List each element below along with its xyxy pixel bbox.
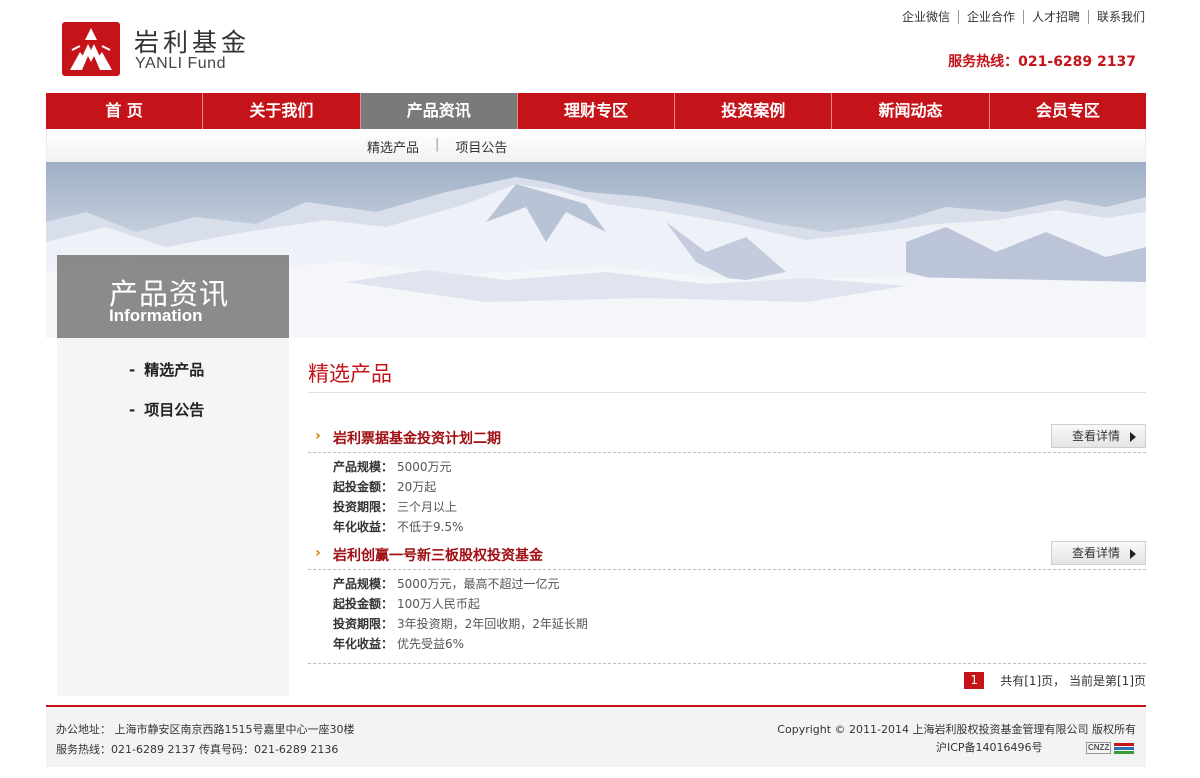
play-arrow-icon (1130, 432, 1136, 442)
nav-item-cases[interactable]: 投资案例 (674, 93, 831, 129)
spec-row-term: 投资期限： 3年投资期，2年回收期，2年延长期 (333, 617, 588, 631)
page-title: 精选产品 (308, 362, 392, 386)
main-nav: 首 页 关于我们 产品资讯 理财专区 投资案例 新闻动态 会员专区 (46, 93, 1146, 129)
subnav-separator: | (435, 137, 440, 152)
footer-address: 办公地址： 上海市静安区南京西路1515号嘉里中心一座30楼 (56, 723, 355, 736)
spec-row-yield: 年化收益： 优先受益6% (333, 637, 465, 651)
spec-row-term: 投资期限： 三个月以上 (333, 500, 458, 514)
nav-item-members[interactable]: 会员专区 (988, 93, 1146, 129)
sidebar-item-label: 项目公告 (144, 401, 205, 419)
toplink-recruitment[interactable]: 人才招聘 (1022, 10, 1088, 24)
title-divider (308, 392, 1146, 393)
cnzz-bar-icon (1114, 743, 1134, 746)
view-details-button[interactable]: 查看详情 (1051, 541, 1146, 565)
sidebar: - 精选产品 - 项目公告 (57, 338, 289, 696)
page-summary: 共有[1]页， 当前是第[1]页 (1000, 674, 1146, 688)
list-bottom-divider (308, 663, 1146, 664)
sidebar-item-featured[interactable]: - 精选产品 (129, 359, 204, 380)
logo-mountain-icon (70, 28, 112, 70)
toplink-cooperation[interactable]: 企业合作 (957, 10, 1023, 24)
spec-row-min-investment: 起投金额： 100万人民币起 (333, 597, 480, 611)
footer-icp: 沪ICP备14016496号 CNZZ (936, 739, 1136, 755)
nav-item-wealth[interactable]: 理财专区 (516, 93, 674, 129)
spec-row-scale: 产品规模： 5000万元，最高不超过一亿元 (333, 577, 560, 591)
chevron-right-icon: › (315, 428, 321, 444)
sidebar-item-announcements[interactable]: - 项目公告 (129, 399, 204, 420)
spec-row-min-investment: 起投金额： 20万起 (333, 480, 437, 494)
cnzz-badge[interactable]: CNZZ (1086, 742, 1136, 754)
view-details-button[interactable]: 查看详情 (1051, 424, 1146, 448)
chevron-right-icon: › (315, 545, 321, 561)
product-divider (308, 452, 1146, 453)
toplink-wechat[interactable]: 企业微信 (894, 10, 958, 24)
banner-label-box: 产品资讯 Information (57, 255, 289, 338)
brand-name-cn: 岩利基金 (134, 28, 251, 57)
footer: 办公地址： 上海市静安区南京西路1515号嘉里中心一座30楼 服务热线：021-… (46, 707, 1146, 767)
icp-number[interactable]: 沪ICP备14016496号 (936, 741, 1043, 754)
view-details-label: 查看详情 (1072, 429, 1121, 443)
cnzz-bar-icon (1114, 751, 1134, 754)
view-details-label: 查看详情 (1072, 546, 1121, 560)
nav-item-home[interactable]: 首 页 (46, 93, 202, 129)
footer-copyright: Copyright © 2011-2014 上海岩利股权投资基金管理有限公司 版… (777, 723, 1136, 736)
nav-item-products[interactable]: 产品资讯 (359, 93, 517, 129)
product-title-link[interactable]: 岩利票据基金投资计划二期 (333, 428, 501, 448)
sidebar-dash: - (129, 361, 136, 379)
play-arrow-icon (1130, 549, 1136, 559)
brand-name-en: YANLI Fund (135, 55, 226, 72)
spec-row-yield: 年化收益： 不低于9.5% (333, 520, 464, 534)
pagination: 1 共有[1]页， 当前是第[1]页 (964, 672, 1146, 689)
sidebar-item-label: 精选产品 (144, 361, 205, 379)
service-hotline: 服务热线：021-6289 2137 (948, 54, 1136, 70)
sidebar-dash: - (129, 401, 136, 419)
product-divider (308, 569, 1146, 570)
page-number-button[interactable]: 1 (964, 672, 985, 689)
logo-mark[interactable] (62, 22, 120, 76)
footer-contact: 服务热线：021-6289 2137 传真号码：021-6289 2136 (56, 743, 339, 756)
banner-subtitle: Information (109, 306, 203, 325)
toplink-contact[interactable]: 联系我们 (1087, 10, 1145, 24)
subnav-item-featured[interactable]: 精选产品 (367, 137, 419, 156)
nav-item-about[interactable]: 关于我们 (202, 93, 359, 129)
cnzz-label: CNZZ (1086, 742, 1112, 754)
top-links: 企业微信 企业合作 人才招聘 联系我们 (894, 10, 1145, 24)
sub-nav: 精选产品 | 项目公告 (46, 129, 1146, 163)
nav-item-news[interactable]: 新闻动态 (831, 93, 988, 129)
spec-row-scale: 产品规模： 5000万元 (333, 460, 452, 474)
cnzz-bar-icon (1114, 747, 1134, 750)
subnav-item-announcements[interactable]: 项目公告 (455, 137, 507, 156)
product-title-link[interactable]: 岩利创赢一号新三板股权投资基金 (333, 545, 543, 565)
hero-banner: 产品资讯 Information (46, 162, 1146, 338)
